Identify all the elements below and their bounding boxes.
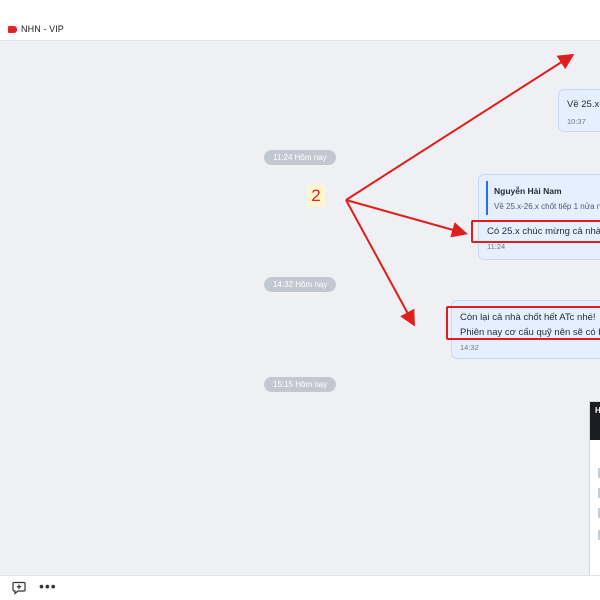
tag-icon [8, 26, 17, 33]
message-bubble[interactable]: Về 25.x- 10:37 [558, 89, 600, 132]
message-plus-icon[interactable] [12, 581, 26, 595]
quoted-text: Về 25.x-26.x chốt tiếp 1 nửa nh [494, 202, 600, 211]
time-separator: 11:24 Hôm nay [264, 150, 336, 165]
quoted-sender-name: Nguyễn Hải Nam [494, 186, 562, 196]
more-options-icon[interactable]: ••• [39, 579, 57, 593]
card-header: H [590, 402, 600, 440]
message-text-line: Còn lại cả nhà chốt hết ATc nhé! [460, 312, 596, 323]
message-text: Về 25.x- [567, 99, 600, 110]
message-text-line: Phiên nay cơ cấu quỹ nên sẽ có bi [460, 327, 600, 338]
card-header-text: H [595, 406, 600, 415]
message-time: 14:32 [460, 343, 479, 352]
chat-header: NHN - VIP [0, 0, 600, 41]
time-separator: 14:32 Hôm nay [264, 277, 337, 292]
message-time: 11:24 [487, 242, 506, 251]
message-time: 10:37 [567, 117, 586, 126]
quoted-message[interactable]: Nguyễn Hải Nam Về 25.x-26.x chốt tiếp 1 … [486, 181, 600, 215]
reply-message-bubble[interactable]: Nguyễn Hải Nam Về 25.x-26.x chốt tiếp 1 … [478, 174, 600, 260]
chat-title[interactable]: NHN - VIP [21, 24, 64, 34]
partial-card-message[interactable]: H [589, 401, 600, 575]
chat-area: 11:24 Hôm nay 14:32 Hôm nay 15:15 Hôm na… [0, 41, 600, 575]
message-text: Có 25.x chúc mừng cả nhà, [487, 226, 600, 237]
bottom-toolbar: ••• [0, 575, 600, 600]
time-separator: 15:15 Hôm nay [264, 377, 337, 392]
message-bubble[interactable]: Còn lại cả nhà chốt hết ATc nhé! Phiên n… [451, 300, 600, 359]
step-number-label: 2 [307, 185, 325, 207]
